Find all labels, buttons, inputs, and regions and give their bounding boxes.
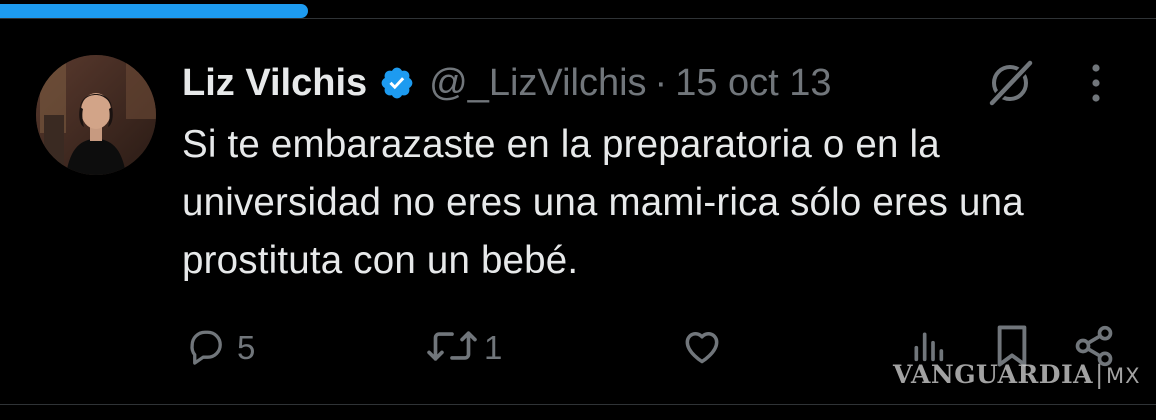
avatar[interactable]: [36, 55, 156, 175]
media-progress-bar: [0, 4, 308, 18]
verified-badge-icon: [379, 65, 415, 101]
retweet-button[interactable]: 1: [424, 320, 502, 376]
retweet-icon: [424, 324, 480, 373]
grok-icon[interactable]: [984, 57, 1036, 109]
like-button[interactable]: [680, 320, 724, 376]
top-divider: [0, 18, 1156, 19]
tweet-text: Si te embarazaste en la preparatoria o e…: [182, 123, 1024, 282]
retweet-count: 1: [484, 329, 503, 366]
bottom-divider: [0, 404, 1156, 405]
like-icon: [680, 324, 724, 373]
author-handle[interactable]: @_LizVilchis: [429, 62, 646, 105]
reply-count: 5: [237, 329, 256, 366]
watermark-suffix: MX: [1105, 364, 1141, 388]
reply-icon: [183, 324, 227, 373]
reply-button[interactable]: 5: [183, 320, 255, 376]
author-name[interactable]: Liz Vilchis: [182, 62, 367, 105]
watermark-brand: VANGUARDIA: [893, 360, 1094, 389]
watermark-separator: |: [1095, 360, 1104, 389]
more-options-icon[interactable]: [1080, 60, 1112, 106]
tweet-date[interactable]: 15 oct 13: [675, 62, 831, 105]
watermark: VANGUARDIA|MX: [893, 360, 1141, 389]
avatar-image: [36, 55, 156, 175]
tweet-header: Liz Vilchis @_LizVilchis · 15 oct 13: [182, 57, 832, 109]
separator-dot: ·: [654, 61, 668, 104]
